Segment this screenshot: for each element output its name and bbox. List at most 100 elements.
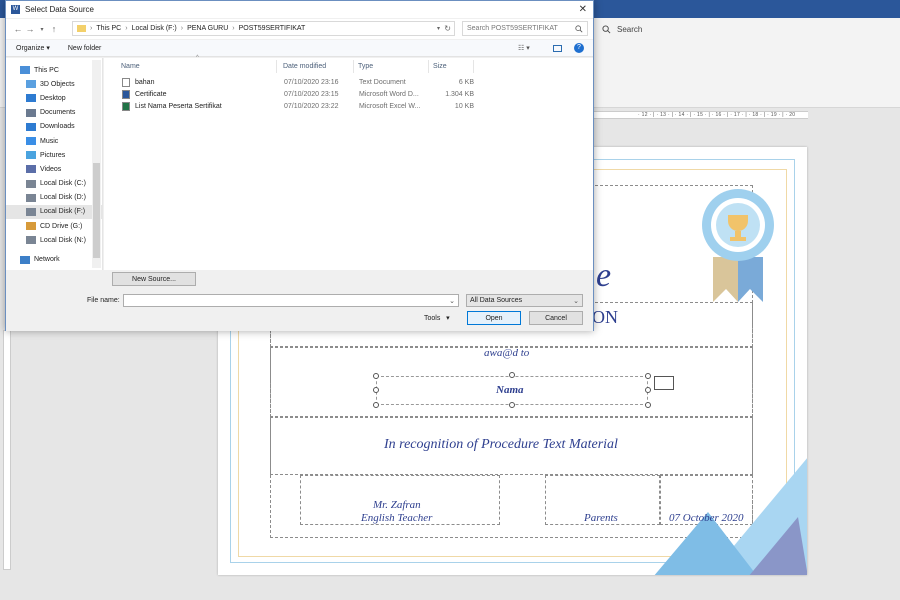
text-file-icon <box>122 77 130 87</box>
nav-item[interactable]: 3D Objects <box>6 77 102 91</box>
nav-scrollbar[interactable] <box>92 60 101 268</box>
excel-file-icon <box>122 101 130 111</box>
nav-item[interactable]: Network <box>6 252 102 266</box>
refresh-icon[interactable]: ↻ <box>444 24 451 33</box>
resize-handle[interactable] <box>373 373 379 379</box>
file-size: 10 KB <box>454 102 474 110</box>
documents-folder-icon <box>26 108 36 117</box>
chevron-down-icon[interactable]: ⌄ <box>449 297 455 305</box>
dialog-titlebar: W Select Data Source <box>6 1 593 18</box>
desktop-folder-icon <box>26 94 36 103</box>
parents-label: Parents <box>584 512 618 524</box>
preview-pane-icon[interactable] <box>553 44 562 52</box>
address-dropdown-icon[interactable]: ▾ <box>437 25 440 32</box>
tools-dropdown[interactable]: Tools ▾ <box>424 314 450 322</box>
computer-icon <box>20 66 30 75</box>
dialog-toolbar: Organize ▾ New folder ☷ ▾ ? <box>6 40 593 57</box>
nav-item-label: Desktop <box>40 94 66 102</box>
nav-item[interactable]: CD Drive (G:) <box>6 219 102 233</box>
resize-handle[interactable] <box>645 387 651 393</box>
nav-item[interactable]: Local Disk (N:) <box>6 233 102 247</box>
nav-item[interactable]: Desktop <box>6 91 102 105</box>
file-type: Microsoft Excel W... <box>359 102 421 110</box>
file-date: 07/10/2020 23:22 <box>284 102 339 110</box>
select-data-source-dialog: W Select Data Source ✕ ← → ▾ ↑ › This PC… <box>5 0 594 331</box>
file-row[interactable]: Certificate 07/10/2020 23:15 Microsoft Wor… <box>114 88 474 100</box>
nav-item-label: This PC <box>34 66 59 74</box>
decorative-corner <box>654 458 807 575</box>
nav-item-label: Local Disk (D:) <box>40 194 86 202</box>
file-row[interactable]: List Nama Peserta Sertifikat 07/10/2020 2… <box>114 100 474 112</box>
nav-item[interactable]: Music <box>6 134 102 148</box>
recognition-text: In recognition of Procedure Text Materia… <box>384 437 618 452</box>
nav-item-label: Videos <box>40 165 62 173</box>
file-size: 6 KB <box>458 78 474 86</box>
cancel-button[interactable]: Cancel <box>529 311 583 325</box>
resize-handle[interactable] <box>645 373 651 379</box>
nav-item[interactable]: Videos <box>6 162 102 176</box>
resize-handle[interactable] <box>373 402 379 408</box>
file-name: Certificate <box>135 90 167 98</box>
resize-handle[interactable] <box>373 387 379 393</box>
drive-icon <box>26 207 36 216</box>
nav-item[interactable]: Local Disk (F:) <box>6 204 102 220</box>
awarded-to-text: awa@d to <box>484 347 530 359</box>
breadcrumb-pena-guru[interactable]: PENA GURU <box>187 25 228 32</box>
word-app-icon: W <box>11 5 20 14</box>
cube-folder-icon <box>26 80 36 89</box>
up-arrow-icon[interactable]: ↑ <box>48 24 60 34</box>
nav-item-label: Pictures <box>40 151 66 159</box>
folder-search-input[interactable]: Search POST59SERTIFIKAT <box>462 21 588 36</box>
resize-handle[interactable] <box>645 402 651 408</box>
nav-item[interactable]: Local Disk (D:) <box>6 191 102 205</box>
new-source-button[interactable]: New Source... <box>112 272 196 286</box>
breadcrumb-this-pc[interactable]: This PC <box>96 25 121 32</box>
word-search[interactable]: Search <box>602 22 642 36</box>
dialog-bottom: New Source... File name: ⌄ All Data Sour… <box>6 270 593 331</box>
search-placeholder: Search POST59SERTIFIKAT <box>467 25 558 32</box>
file-name: bahan <box>135 78 155 86</box>
recipient-name: Nama <box>496 384 524 396</box>
award-badge-icon <box>702 189 774 302</box>
back-arrow-icon[interactable]: ← <box>12 24 24 34</box>
address-bar[interactable]: › This PC › Local Disk (F:) › PENA GURU … <box>72 21 455 36</box>
resize-handle[interactable] <box>509 372 515 378</box>
file-row[interactable]: bahan 07/10/2020 23:16 Text Document 6 KB <box>114 76 474 88</box>
nav-item-label: Local Disk (C:) <box>40 180 86 188</box>
folder-icon <box>77 25 86 32</box>
layout-options-icon[interactable] <box>654 376 674 390</box>
column-size[interactable]: Size <box>429 60 474 73</box>
search-icon <box>575 24 583 32</box>
recent-chevron-icon[interactable]: ▾ <box>36 26 48 33</box>
resize-handle[interactable] <box>509 402 515 408</box>
close-icon[interactable]: ✕ <box>579 4 587 15</box>
breadcrumb-local-disk-f[interactable]: Local Disk (F:) <box>132 25 177 32</box>
pictures-folder-icon <box>26 151 36 160</box>
help-icon[interactable]: ? <box>574 43 584 53</box>
navigation-pane: This PC 3D Objects Desktop Documents Downloa… <box>6 58 103 270</box>
column-date-modified[interactable]: Date modified <box>279 60 354 73</box>
nav-item[interactable]: Downloads <box>6 120 102 134</box>
open-button[interactable]: Open <box>467 311 521 325</box>
view-options-icon[interactable]: ☷ ▾ <box>518 44 530 52</box>
forward-arrow-icon[interactable]: → <box>24 24 36 34</box>
organize-button[interactable]: Organize ▾ <box>16 44 50 52</box>
certificate-date: 07 October 2020 <box>669 512 744 524</box>
new-folder-button[interactable]: New folder <box>68 45 101 52</box>
breadcrumb-post59sertifikat[interactable]: POST59SERTIFIKAT <box>239 25 306 32</box>
nav-item[interactable]: This PC <box>6 63 102 77</box>
file-name-input[interactable]: ⌄ <box>123 294 459 307</box>
column-name[interactable]: Name <box>117 60 277 73</box>
drive-icon <box>26 193 36 202</box>
nav-item[interactable]: Pictures <box>6 148 102 162</box>
videos-folder-icon <box>26 165 36 174</box>
file-size: 1.304 KB <box>445 90 474 98</box>
navigation-row: ← → ▾ ↑ › This PC › Local Disk (F:) › PE… <box>6 19 593 39</box>
nav-item-label: Documents <box>40 109 76 117</box>
nav-item[interactable]: Documents <box>6 106 102 120</box>
file-type-select[interactable]: All Data Sources ⌄ <box>466 294 583 307</box>
file-date: 07/10/2020 23:16 <box>284 78 339 86</box>
column-type[interactable]: Type <box>354 60 429 73</box>
file-type: Text Document <box>359 78 406 86</box>
nav-item[interactable]: Local Disk (C:) <box>6 177 102 191</box>
